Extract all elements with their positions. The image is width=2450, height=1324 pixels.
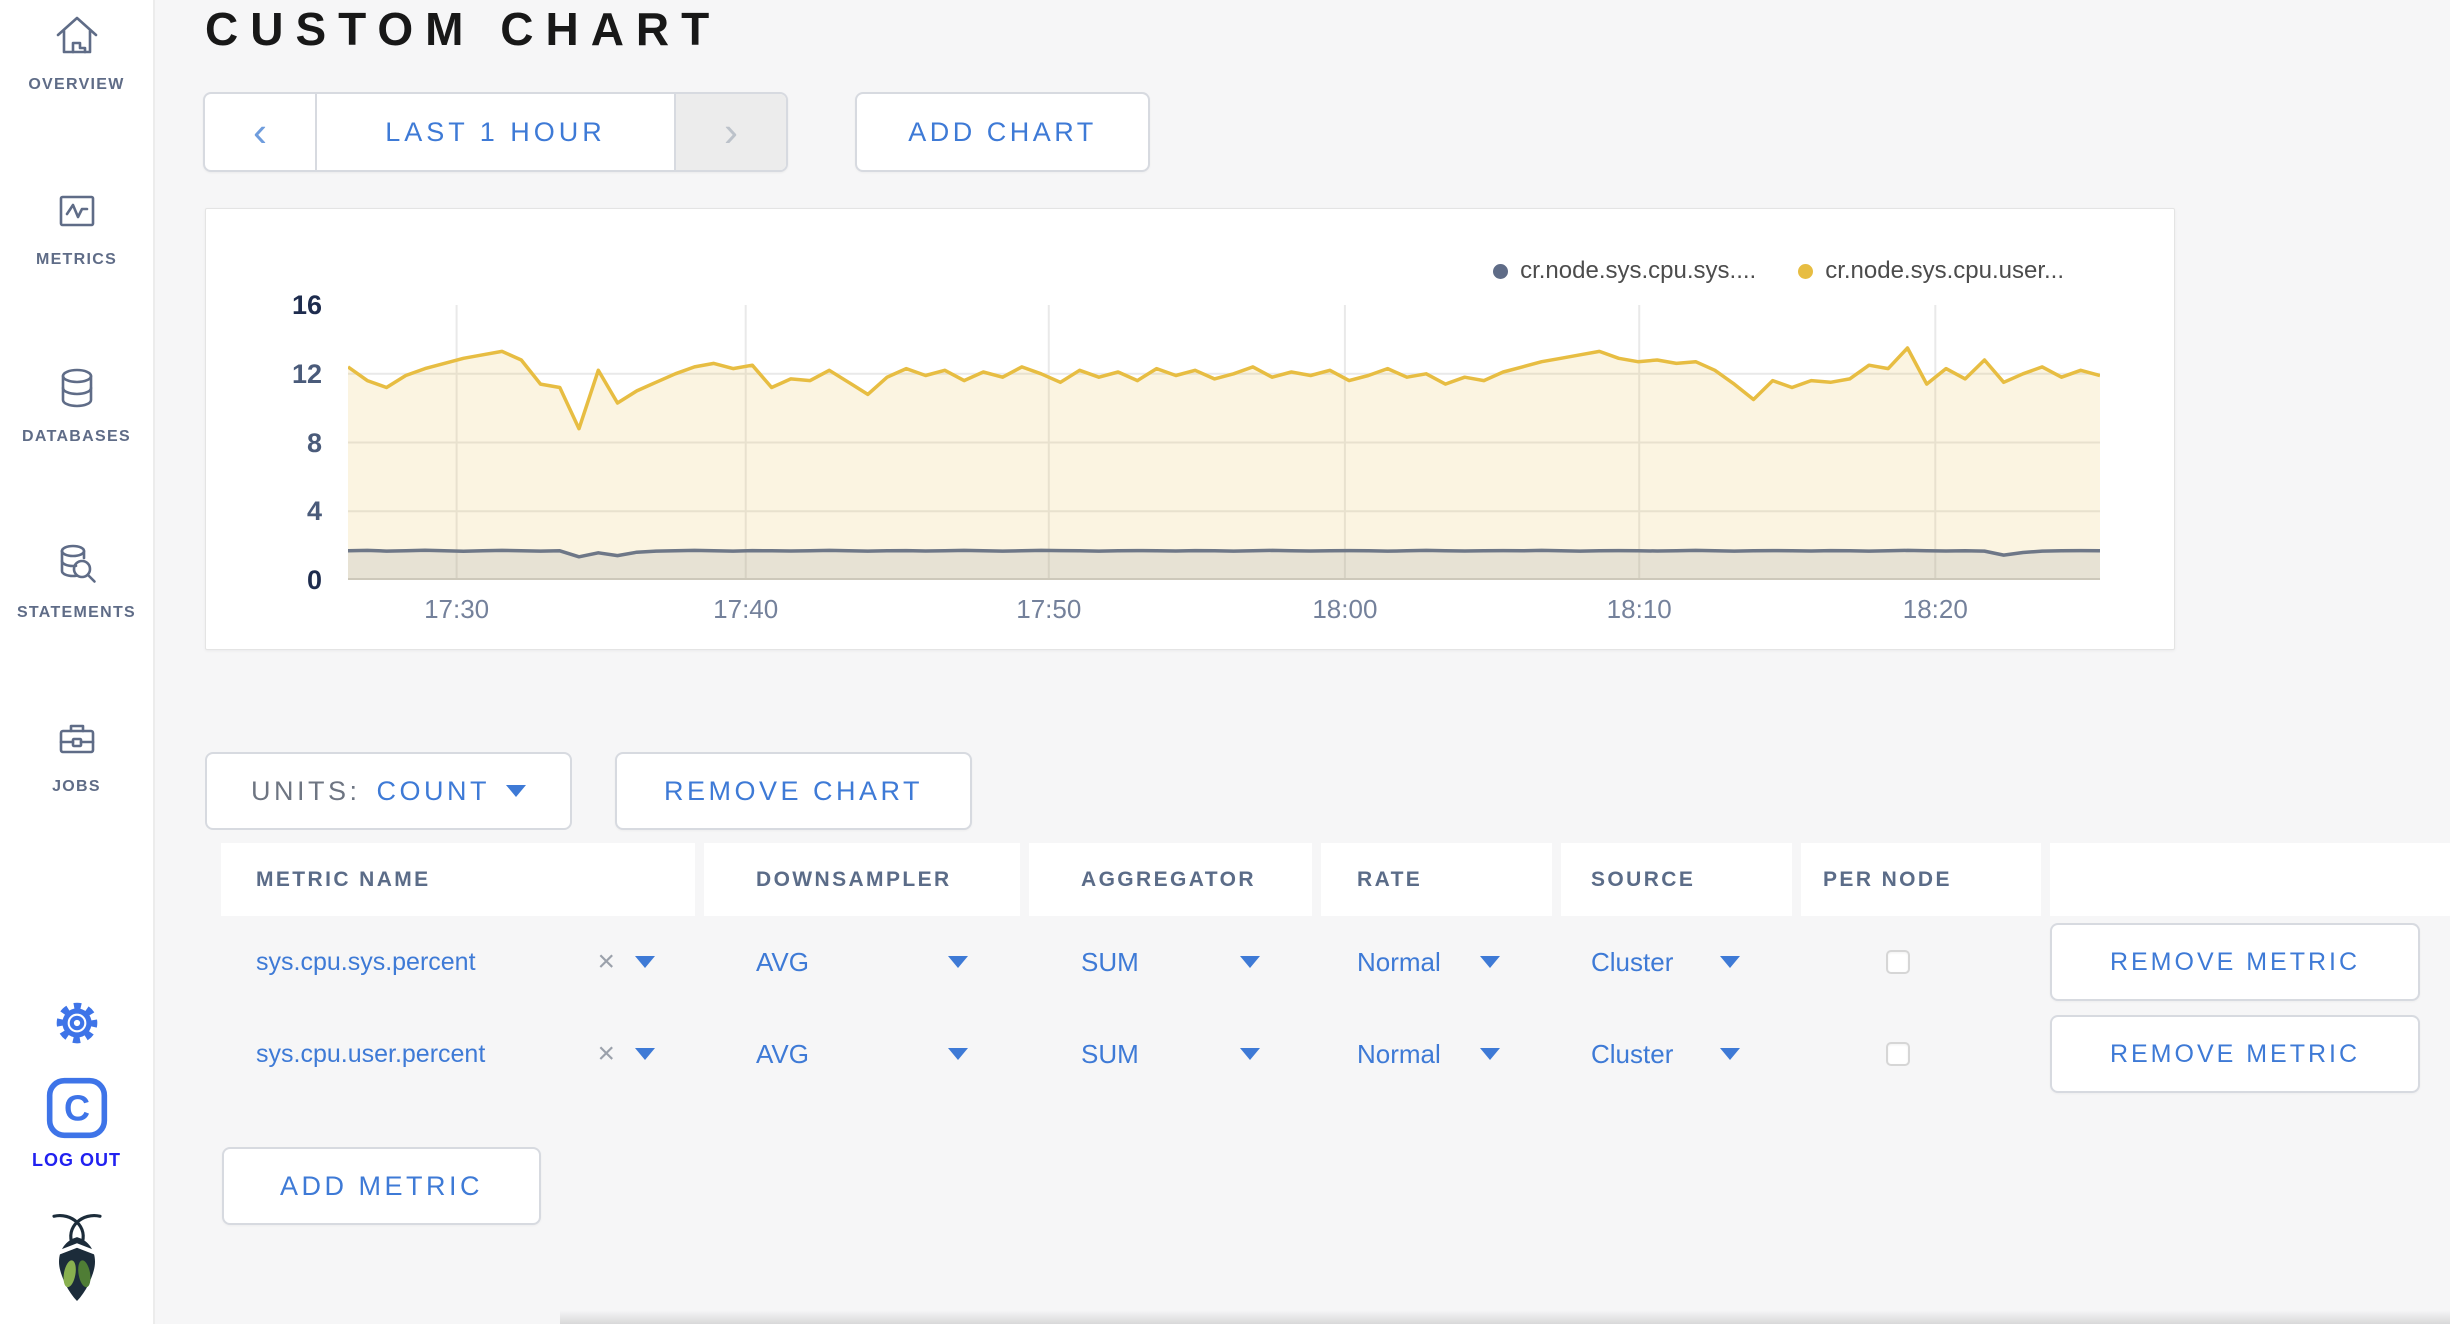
sidebar-item-metrics[interactable]: METRICS: [0, 187, 153, 269]
add-chart-button[interactable]: ADD CHART: [855, 92, 1150, 172]
metrics-chart-icon: [53, 187, 101, 235]
sidebar-item-statements[interactable]: STATEMENTS: [0, 540, 153, 622]
chevron-left-icon: ‹: [253, 108, 267, 155]
metrics-table: METRIC NAME DOWNSAMPLER AGGREGATOR RATE …: [221, 843, 2450, 1100]
sidebar-item-label: STATEMENTS: [16, 604, 137, 621]
legend-dot-icon: [1798, 263, 1814, 279]
rate-select[interactable]: Normal: [1321, 916, 1552, 1008]
aggregator-select[interactable]: SUM: [1029, 916, 1312, 1008]
logout-button[interactable]: C LOG OUT: [0, 1076, 153, 1171]
metric-name-link[interactable]: sys.cpu.user.percent: [256, 1040, 485, 1069]
y-tick-label: 0: [306, 565, 322, 595]
sidebar: OVERVIEW METRICS DATABASES STATEMENTS JO…: [0, 0, 155, 1324]
downsampler-select[interactable]: AVG: [704, 916, 1020, 1008]
custom-chart-page: OVERVIEW METRICS DATABASES STATEMENTS JO…: [0, 0, 2450, 1324]
metric-name-link[interactable]: sys.cpu.sys.percent: [256, 948, 476, 977]
x-tick-label: 18:00: [1312, 594, 1378, 624]
x-tick-label: 18:20: [1902, 594, 1968, 624]
remove-chart-button[interactable]: REMOVE CHART: [615, 752, 972, 830]
x-tick-label: 18:10: [1606, 594, 1672, 624]
time-window-dropdown[interactable]: LAST 1 HOUR: [315, 94, 676, 170]
chart-card: cr.node.sys.cpu.sys.... cr.node.sys.cpu.u…: [205, 208, 2175, 650]
x-tick-label: 17:30: [424, 594, 490, 624]
database-icon: [53, 364, 101, 412]
column-header-metric-name: METRIC NAME: [221, 843, 695, 916]
remove-metric-button[interactable]: REMOVE METRIC: [2050, 1015, 2420, 1093]
x-tick-label: 17:40: [713, 594, 779, 624]
below-fold-shadow: [560, 1310, 2450, 1324]
chart-plot[interactable]: [348, 305, 2100, 580]
legend-dot-icon: [1493, 263, 1509, 279]
svg-text:C: C: [64, 1088, 90, 1129]
chevron-down-icon: [1240, 1048, 1260, 1060]
gear-icon: [52, 998, 102, 1048]
y-tick-label: 8: [306, 427, 322, 458]
home-icon: [53, 12, 101, 60]
chevron-down-icon: [1480, 1048, 1500, 1060]
clear-metric-icon[interactable]: ×: [597, 945, 615, 979]
sidebar-item-label: DATABASES: [22, 428, 131, 445]
column-header-rate: RATE: [1321, 843, 1552, 916]
briefcase-icon: [53, 714, 101, 762]
per-node-checkbox[interactable]: [1886, 950, 1910, 974]
y-tick-label: 4: [306, 496, 322, 527]
sidebar-item-databases[interactable]: DATABASES: [0, 364, 153, 446]
time-window-prev-button[interactable]: ‹: [205, 94, 315, 170]
chart-legend: cr.node.sys.cpu.sys.... cr.node.sys.cpu.u…: [1493, 257, 2064, 285]
x-axis-labels: 17:30 17:40 17:50 18:00 18:10 18:20: [348, 594, 2100, 628]
column-header-downsampler: DOWNSAMPLER: [704, 843, 1020, 916]
legend-label: cr.node.sys.cpu.sys....: [1520, 257, 1757, 284]
legend-item[interactable]: cr.node.sys.cpu.sys....: [1493, 257, 1756, 285]
per-node-checkbox[interactable]: [1886, 1042, 1910, 1066]
source-select[interactable]: Cluster: [1561, 916, 1792, 1008]
clear-metric-icon[interactable]: ×: [597, 1037, 615, 1071]
page-title: CUSTOM CHART: [205, 3, 722, 55]
main-content: CUSTOM CHART ‹ LAST 1 HOUR › ADD CHART c…: [155, 0, 2450, 1324]
chevron-down-icon[interactable]: [635, 1048, 655, 1060]
y-axis-labels: 0 4 8 12 16: [206, 209, 336, 649]
sidebar-item-label: OVERVIEW: [28, 76, 125, 93]
sidebar-item-jobs[interactable]: JOBS: [0, 714, 153, 796]
chevron-down-icon: [506, 785, 527, 797]
chevron-down-icon[interactable]: [635, 956, 655, 968]
chevron-down-icon: [1720, 956, 1740, 968]
rate-select[interactable]: Normal: [1321, 1008, 1552, 1100]
logout-label: LOG OUT: [32, 1150, 121, 1170]
aggregator-select[interactable]: SUM: [1029, 1008, 1312, 1100]
time-window-selector: ‹ LAST 1 HOUR ›: [203, 92, 788, 172]
y-tick-label: 16: [291, 290, 322, 320]
database-search-icon: [53, 540, 101, 588]
units-value: COUNT: [376, 775, 491, 806]
sidebar-item-label: JOBS: [52, 778, 101, 795]
source-select[interactable]: Cluster: [1561, 1008, 1792, 1100]
sidebar-item-label: METRICS: [35, 251, 118, 268]
units-label: UNITS:: [251, 775, 361, 806]
time-window-next-button[interactable]: ›: [676, 94, 786, 170]
chevron-down-icon: [1240, 956, 1260, 968]
sidebar-item-overview[interactable]: OVERVIEW: [0, 12, 153, 94]
metrics-table-header: METRIC NAME DOWNSAMPLER AGGREGATOR RATE …: [221, 843, 2450, 916]
cockroach-c-logo-icon: C: [45, 1076, 109, 1140]
chevron-right-icon: ›: [724, 108, 738, 155]
chevron-down-icon: [1720, 1048, 1740, 1060]
remove-metric-button[interactable]: REMOVE METRIC: [2050, 923, 2420, 1001]
x-tick-label: 17:50: [1016, 594, 1082, 624]
downsampler-select[interactable]: AVG: [704, 1008, 1020, 1100]
metric-row: sys.cpu.sys.percent × AVG SUM Normal Clu…: [221, 916, 2450, 1008]
chevron-down-icon: [1480, 956, 1500, 968]
units-dropdown[interactable]: UNITS: COUNT: [205, 752, 573, 830]
column-header-source: SOURCE: [1561, 843, 1792, 916]
add-metric-button[interactable]: ADD METRIC: [222, 1147, 541, 1225]
cockroach-bug-logo: [0, 1210, 153, 1302]
metric-row: sys.cpu.user.percent × AVG SUM Normal Cl…: [221, 1008, 2450, 1100]
chevron-down-icon: [948, 1048, 968, 1060]
column-header-actions: [2050, 843, 2450, 916]
legend-label: cr.node.sys.cpu.user...: [1825, 257, 2064, 284]
y-tick-label: 12: [291, 358, 322, 389]
legend-item[interactable]: cr.node.sys.cpu.user...: [1798, 257, 2064, 285]
chevron-down-icon: [948, 956, 968, 968]
column-header-aggregator: AGGREGATOR: [1029, 843, 1312, 916]
column-header-per-node: PER NODE: [1801, 843, 2041, 916]
settings-button[interactable]: [0, 998, 153, 1048]
